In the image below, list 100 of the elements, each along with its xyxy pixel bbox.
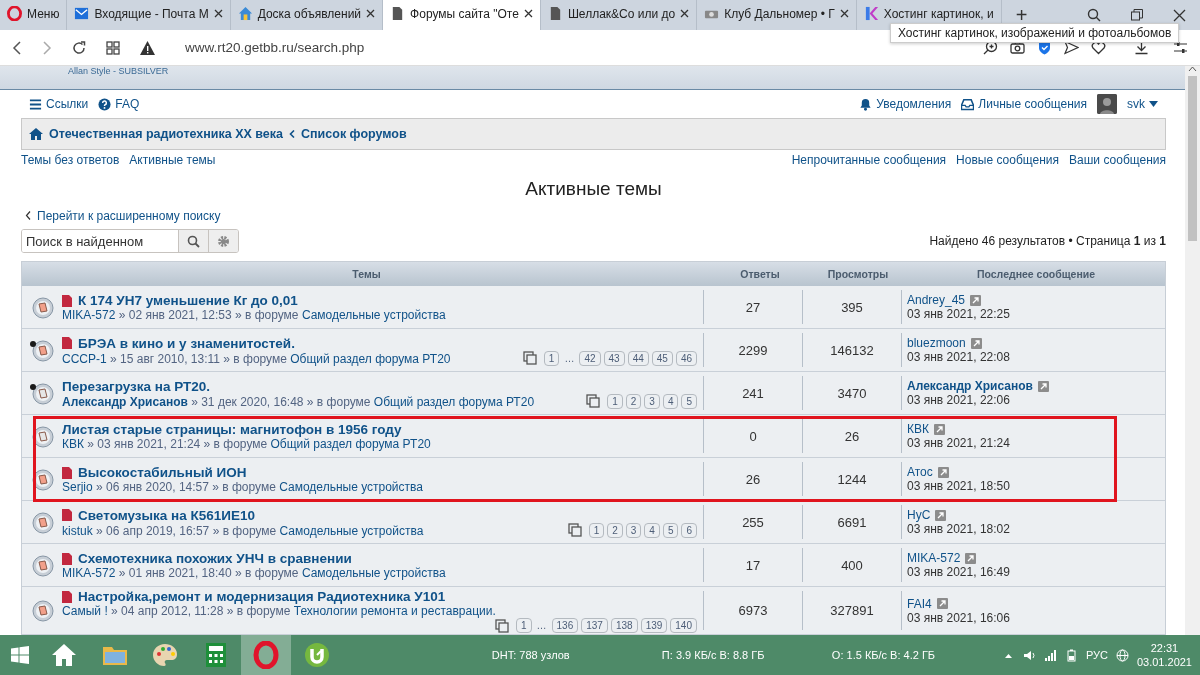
page-link[interactable]: 2 (625, 393, 642, 409)
nav-link[interactable]: FAQ (98, 97, 140, 111)
back-icon[interactable] (12, 40, 22, 55)
page-link[interactable]: 1 (588, 522, 605, 538)
topic-row[interactable]: Перезагрузка на РТ20. Александр Хрисанов » 31 дек 2020, 16:48 » в форуме Общий раздел форума РТ20 1 2 3 4 5 241 3470 Александр Хрисанов 03 янв 2021, 22:06 (22, 372, 1165, 415)
forum-link[interactable]: Самодельные устройства (301, 308, 446, 322)
page-link[interactable]: 1 (607, 393, 623, 409)
topic-title-link[interactable]: Листая старые страницы: магнитофон в 1956 году (62, 422, 402, 437)
camera-icon[interactable] (1010, 40, 1025, 55)
forum-link[interactable]: Самодельные устройства (279, 480, 423, 494)
page-link[interactable]: 139 (640, 618, 668, 633)
page-link[interactable]: 140 (670, 618, 697, 633)
battery-icon[interactable] (1064, 648, 1078, 662)
last-poster-link[interactable]: КВК (907, 422, 929, 436)
topic-title-link[interactable]: Настройка,ремонт и модернизация Радиотехника У101 (78, 589, 446, 604)
author-link[interactable]: kistuk (62, 523, 93, 538)
page-link[interactable]: 46 (675, 350, 697, 366)
last-poster-link[interactable]: Александр Хрисанов (907, 379, 1033, 393)
page-link[interactable]: 138 (610, 618, 638, 633)
page-link[interactable]: 45 (651, 350, 673, 366)
topic-row[interactable]: Высокостабильный ИОН Serjio » 06 янв 2020, 14:57 » в форуме Самодельные устройства 26 1244 Атос 03 янв 2021, 18:50 (22, 458, 1165, 501)
forum-link[interactable]: Самодельные устройства (301, 566, 446, 580)
speaker-icon[interactable] (1022, 648, 1036, 662)
grid-icon[interactable] (106, 40, 120, 55)
go-to-post-icon[interactable] (937, 466, 949, 478)
topic-row[interactable]: К 174 УН7 уменьшение Кг до 0,01 MIKA-572 » 02 янв 2021, 12:53 » в форуме Самодельные устройства 27 395 Andrey_45 03 янв 2021, 22:25 (22, 286, 1165, 329)
topic-row[interactable]: Схемотехника похожих УНЧ в сравнении MIKA-572 » 01 янв 2021, 18:40 » в форуме Самодельные устройства 17 400 MIKA-572 03 янв 2021, 16:49 (22, 544, 1165, 587)
breadcrumb-link[interactable]: Отечественная радиотехника XX века (49, 127, 284, 141)
author-link[interactable]: MIKA-572 (62, 566, 116, 580)
page-link[interactable]: 43 (603, 350, 625, 366)
page-link[interactable]: 5 (662, 522, 679, 538)
author-link[interactable]: КВК (62, 437, 84, 451)
user-menu[interactable]: svk (1127, 97, 1158, 111)
topic-title-link[interactable]: БРЭА в кино и у знаменитостей. (78, 335, 295, 351)
quick-link[interactable]: Непрочитанные сообщения (791, 153, 947, 167)
author-link[interactable]: Самый ! (62, 604, 108, 618)
last-poster-link[interactable]: Атос (907, 465, 933, 479)
page-link[interactable]: 1 (543, 350, 560, 366)
author-link[interactable]: MIKA-572 (62, 308, 116, 322)
topic-row[interactable]: Светомузыка на К561ИЕ10 kistuk » 06 апр 2019, 16:57 » в форуме Самодельные устройства 1 2 3 4 5 6 255 6691 НуС 03 янв 2021, 18:02 (22, 501, 1165, 544)
windows-logo-icon[interactable] (10, 646, 29, 664)
forum-link[interactable]: Общий раздел форума РТ20 (373, 394, 535, 409)
search-field[interactable]: Поиск в найденном (21, 229, 239, 253)
page-link[interactable]: 4 (662, 393, 679, 409)
topic-title-link[interactable]: Светомузыка на К561ИЕ10 (78, 507, 255, 523)
globe-icon[interactable] (1115, 648, 1129, 662)
page-link[interactable]: 1 (516, 618, 532, 633)
page-link[interactable]: 3 (625, 522, 642, 538)
go-to-post-icon[interactable] (970, 337, 982, 349)
forum-link[interactable]: Самодельные устройства (279, 523, 424, 538)
quick-link[interactable]: Новые сообщения (956, 153, 1060, 167)
heart-icon[interactable] (1091, 40, 1106, 55)
go-to-post-icon[interactable] (1037, 380, 1049, 392)
forum-link[interactable]: Технологии ремонта и реставрации. (293, 604, 496, 618)
page-link[interactable]: 6 (681, 522, 697, 538)
topic-title-link[interactable]: Перезагрузка на РТ20. (62, 378, 210, 394)
search-icon[interactable] (187, 234, 200, 248)
page-link[interactable]: 3 (644, 393, 660, 409)
restore-icon[interactable] (1131, 9, 1143, 21)
page-link[interactable]: 137 (581, 618, 608, 633)
last-poster-link[interactable]: Andrey_45 (907, 293, 966, 307)
topic-row[interactable]: Настройка,ремонт и модернизация Радиотехника У101 Самый ! » 04 апр 2012, 11:28 » в форуме Технологии ремонта и реставрации. 1 … 136 137 138 139 140 6973 327891 FAI4 03 янв 2021, 16:06 (22, 587, 1165, 635)
author-link[interactable]: Александр Хрисанов (62, 394, 188, 409)
author-link[interactable]: Serjio (62, 480, 93, 494)
last-poster-link[interactable]: FAI4 (907, 596, 932, 611)
scrollbar-thumb[interactable] (1188, 76, 1197, 241)
go-to-post-icon[interactable] (935, 509, 947, 521)
avatar-icon[interactable] (1097, 94, 1117, 114)
topic-title-link[interactable]: Схемотехника похожих УНЧ в сравнении (78, 551, 352, 566)
quick-link[interactable]: Ваши сообщения (1069, 153, 1166, 167)
page-link[interactable]: 4 (644, 522, 660, 538)
reload-icon[interactable] (72, 40, 86, 55)
last-poster-link[interactable]: MIKA-572 (907, 551, 961, 565)
zoom-in-icon[interactable] (983, 40, 998, 55)
nav-link[interactable]: Ссылки (29, 97, 89, 111)
topic-row[interactable]: БРЭА в кино и у знаменитостей. CCCP-1 » 15 авг 2010, 13:11 » в форуме Общий раздел форума РТ20 1 … 42 43 44 45 46 2299 146132 bluezmoon 03 янв 2021, 22:08 (22, 329, 1165, 372)
quick-link[interactable]: Активные темы (129, 153, 216, 167)
page-link[interactable]: 136 (551, 618, 579, 633)
go-to-post-icon[interactable] (934, 423, 945, 435)
page-link[interactable]: 2 (607, 522, 623, 538)
taskbar-clock[interactable]: 22:31 03.01.2021 (1136, 641, 1192, 669)
breadcrumb-link[interactable]: Список форумов (301, 127, 407, 141)
go-to-post-icon[interactable] (970, 294, 982, 306)
back-link[interactable]: Перейти к расширенному поиску (25, 208, 221, 223)
browser-tab[interactable]: Форумы сайта "Оте (383, 0, 541, 30)
search-icon[interactable] (1087, 8, 1101, 22)
address-field[interactable]: www.rt20.getbb.ru/search.php (185, 40, 365, 55)
forward-icon[interactable] (42, 40, 52, 55)
send-icon[interactable] (1064, 40, 1079, 55)
settings-icon[interactable] (217, 234, 230, 248)
nav-link[interactable]: Личные сообщения (961, 97, 1087, 111)
go-to-post-icon[interactable] (936, 598, 948, 609)
shield-icon[interactable] (1037, 40, 1052, 55)
page-link[interactable]: 42 (579, 350, 601, 366)
forum-link[interactable]: Общий раздел форума РТ20 (290, 351, 451, 366)
close-icon[interactable] (366, 9, 376, 18)
close-icon[interactable] (523, 9, 533, 18)
close-icon[interactable] (839, 9, 849, 18)
go-to-post-icon[interactable] (965, 552, 977, 564)
page-link[interactable]: 5 (681, 393, 697, 409)
